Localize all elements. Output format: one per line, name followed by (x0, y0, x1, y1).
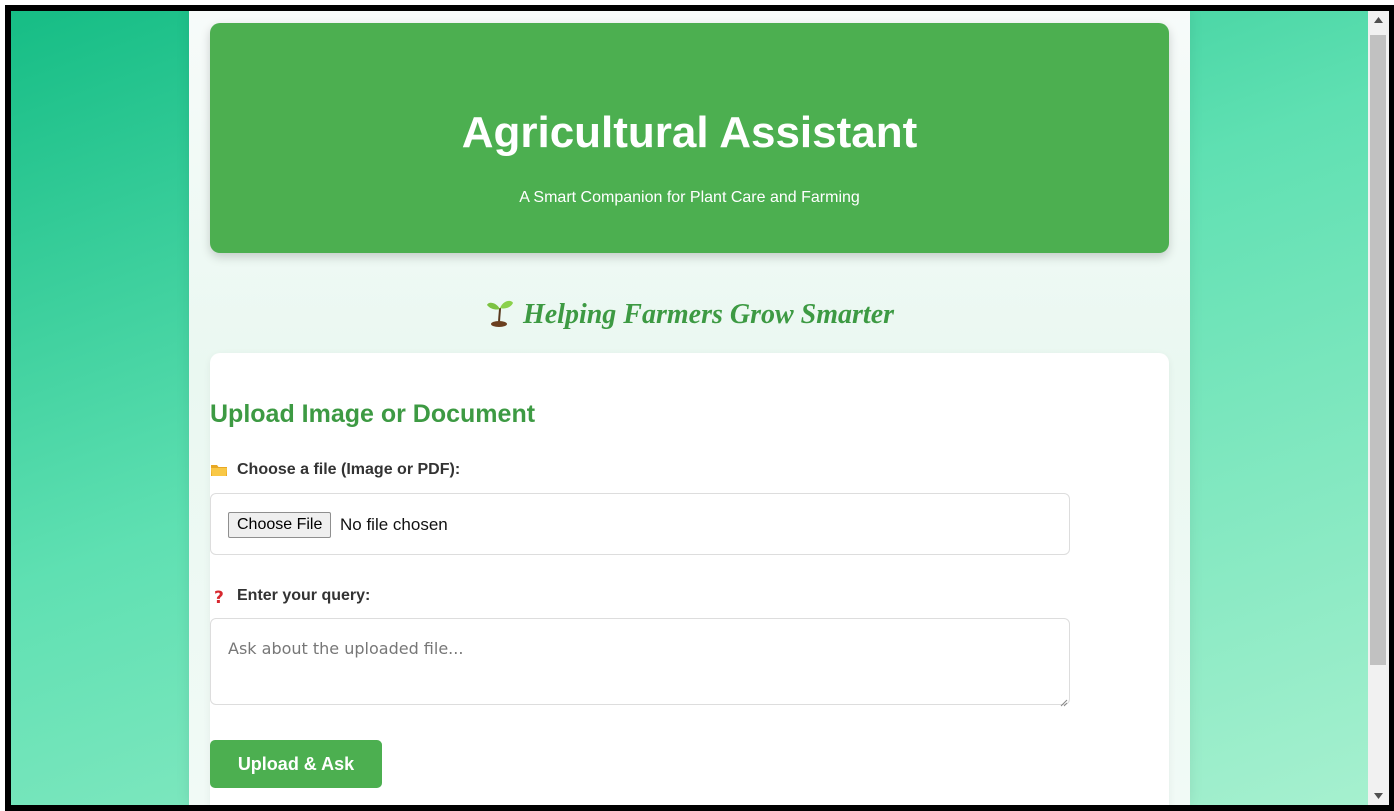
scroll-up-icon[interactable] (1368, 11, 1389, 29)
file-field-label-text: Choose a file (Image or PDF): (237, 461, 461, 478)
folder-icon (210, 461, 228, 479)
resize-grip-icon[interactable] (1060, 694, 1068, 707)
scroll-down-icon[interactable] (1368, 787, 1389, 805)
vertical-scrollbar[interactable] (1368, 11, 1389, 805)
query-field-label-text: Enter your query: (237, 587, 371, 604)
header-banner: Agricultural Assistant A Smart Companion… (210, 23, 1169, 253)
browser-frame: Agricultural Assistant A Smart Companion… (5, 5, 1394, 811)
page-viewport: Agricultural Assistant A Smart Companion… (11, 11, 1368, 805)
page-subtitle: A Smart Companion for Plant Care and Far… (519, 189, 860, 206)
upload-card-title: Upload Image or Document (210, 400, 536, 428)
sprout-icon (485, 297, 515, 337)
page-title: Agricultural Assistant (461, 108, 918, 157)
file-status: No file chosen (340, 515, 448, 534)
query-field-label: ? Enter your query: (210, 586, 371, 608)
scrollbar-thumb[interactable] (1370, 35, 1386, 665)
upload-ask-button[interactable]: Upload & Ask (210, 740, 382, 788)
question-icon: ? (210, 587, 228, 608)
file-input[interactable]: Choose File No file chosen (210, 493, 1070, 555)
choose-file-button[interactable]: Choose File (228, 512, 332, 538)
main-container: Agricultural Assistant A Smart Companion… (189, 11, 1190, 805)
tagline-text: Helping Farmers Grow Smarter (522, 299, 895, 330)
tagline: Helping Farmers Grow Smarter (189, 297, 1190, 337)
query-textarea[interactable] (210, 618, 1070, 705)
svg-text:?: ? (214, 588, 224, 605)
file-field-label: Choose a file (Image or PDF): (210, 460, 460, 480)
